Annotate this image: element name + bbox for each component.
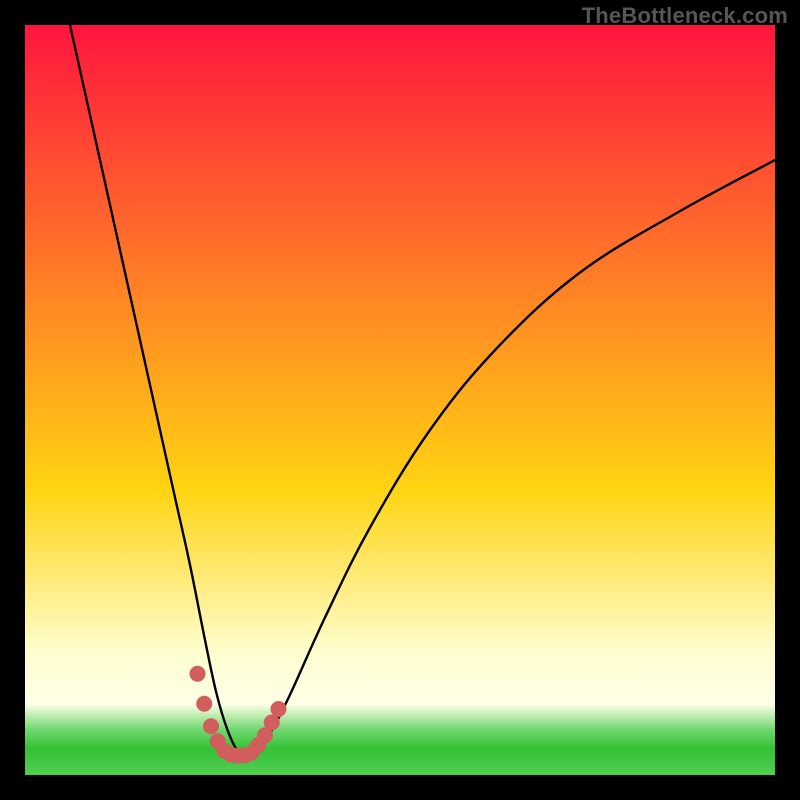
highlight-dot <box>203 718 219 734</box>
highlight-dot <box>271 701 287 717</box>
highlight-dot <box>196 696 212 712</box>
chart-frame <box>25 25 775 775</box>
plot-background <box>25 25 775 775</box>
bottleneck-chart <box>25 25 775 775</box>
highlight-dot <box>190 666 206 682</box>
